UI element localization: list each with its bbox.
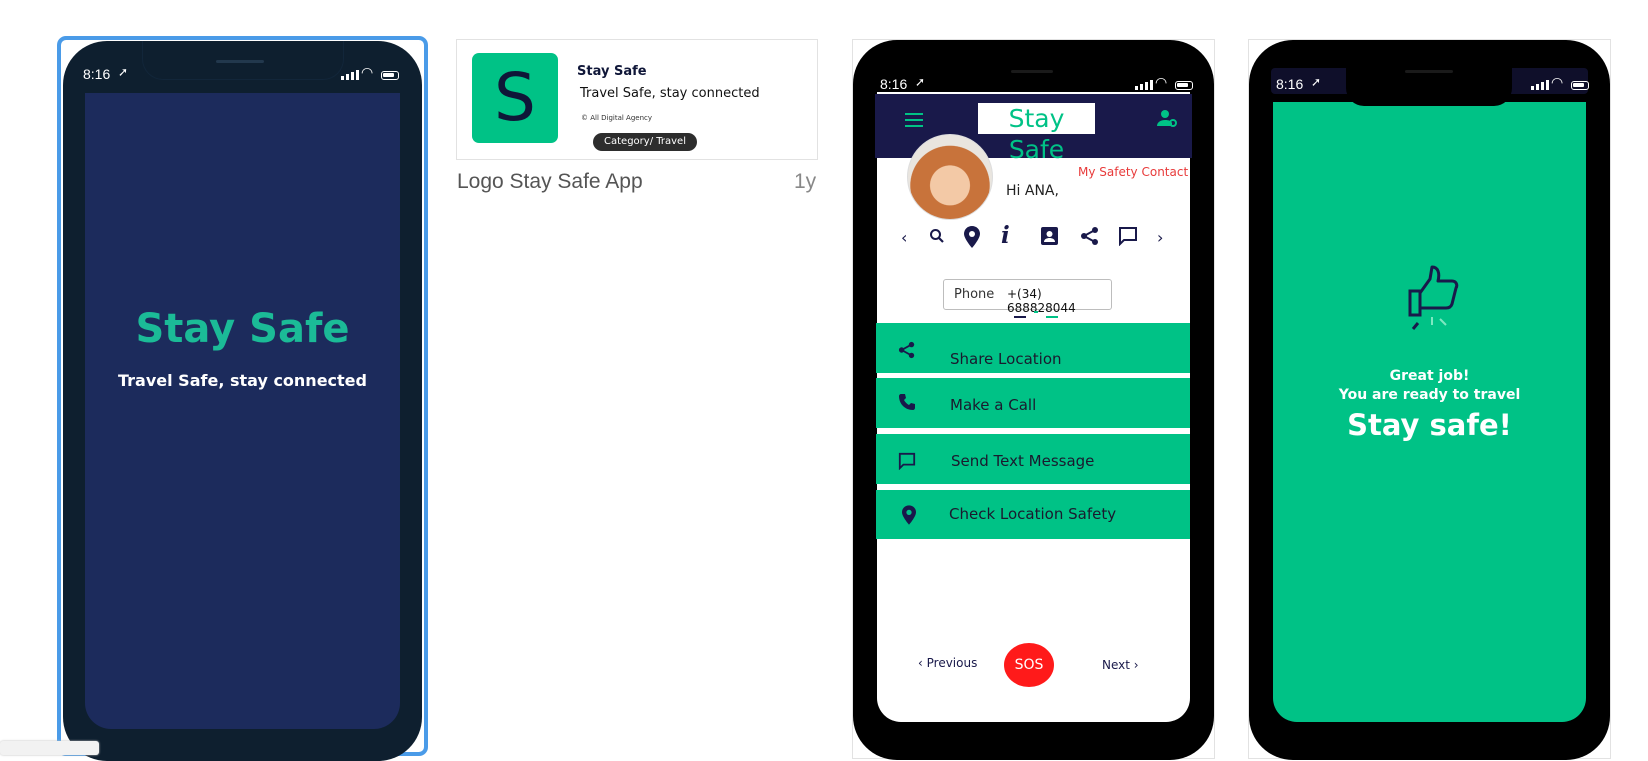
splash-tagline: Travel Safe, stay connected <box>118 371 367 390</box>
hamburger-menu-icon[interactable] <box>905 113 923 127</box>
sos-label: SOS <box>1014 657 1044 673</box>
thumbs-up-icon <box>1404 261 1464 335</box>
status-time: 8:16 <box>83 66 111 82</box>
success-line-1: Great job! <box>1389 368 1470 384</box>
location-arrow-icon: ➚ <box>915 75 926 89</box>
wifi-icon: ◠ <box>1551 74 1564 90</box>
wifi-icon: ◠ <box>1155 74 1168 90</box>
previous-button[interactable]: ‹ Previous <box>918 656 977 670</box>
chevron-left-icon: ‹ <box>918 656 927 670</box>
card-age: 1y <box>794 170 817 193</box>
logo-copyright: © All Digital Agency <box>581 114 653 122</box>
chevron-right-icon: › <box>1129 658 1139 672</box>
safety-contact-link[interactable]: My Safety Contact <box>1078 165 1188 179</box>
action-send-text[interactable]: Send Text Message <box>876 434 1190 484</box>
speaker-icon <box>1011 70 1053 73</box>
share-icon <box>898 341 916 363</box>
signal-icon <box>1531 79 1549 90</box>
next-button[interactable]: Next › <box>1102 658 1139 672</box>
greeting-text: Hi ANA, <box>1006 183 1059 199</box>
status-time: 8:16 <box>880 76 908 92</box>
logo-tagline: Travel Safe, stay connected <box>580 86 760 101</box>
battery-icon <box>1571 81 1589 90</box>
next-label: Next <box>1102 658 1130 672</box>
logo-app-name: Stay Safe <box>577 64 647 79</box>
chat-icon[interactable] <box>1118 226 1138 250</box>
action-label: Check Location Safety <box>949 505 1117 523</box>
success-line-2: You are ready to travel <box>1338 387 1521 403</box>
contact-card-icon[interactable] <box>1040 226 1059 250</box>
location-pin-icon[interactable] <box>964 226 980 252</box>
battery-icon <box>381 71 399 80</box>
message-icon <box>898 452 916 474</box>
search-icon[interactable] <box>929 228 945 248</box>
signal-icon <box>1135 79 1153 90</box>
splash-title: Stay Safe <box>135 306 350 352</box>
signal-icon <box>341 69 359 80</box>
action-label: Share Location <box>950 350 1062 368</box>
previous-label: Previous <box>926 656 978 670</box>
chevron-right-icon[interactable]: › <box>1157 228 1163 247</box>
wifi-icon: ◠ <box>361 64 374 80</box>
sos-button[interactable]: SOS <box>1004 643 1054 687</box>
chevron-left-icon[interactable]: ‹ <box>901 228 907 247</box>
action-label: Make a Call <box>950 396 1037 414</box>
success-phone-frame: 8:16 ➚ ◠ Great job! You are ready to tra… <box>1249 40 1610 760</box>
battery-icon <box>1175 81 1193 90</box>
location-arrow-icon: ➚ <box>1311 75 1322 89</box>
action-label: Send Text Message <box>951 452 1095 470</box>
speaker-icon <box>1405 70 1453 73</box>
app-logo: S <box>472 53 558 143</box>
action-check-location[interactable]: Check Location Safety <box>876 490 1190 539</box>
location-arrow-icon: ➚ <box>118 65 129 79</box>
share-icon[interactable] <box>1080 226 1100 250</box>
phone-notch <box>1346 40 1512 106</box>
status-time: 8:16 <box>1276 76 1304 92</box>
category-badge: Category/ Travel <box>593 133 697 151</box>
phone-label: Phone <box>954 287 995 302</box>
logo-letter: S <box>494 59 536 136</box>
phone-contact-field[interactable]: Phone +(34) 688828044 <box>943 279 1112 315</box>
success-line-3: Stay safe! <box>1347 408 1512 442</box>
speaker-icon <box>216 60 264 63</box>
action-share-location[interactable]: Share Location <box>876 323 1190 373</box>
user-settings-icon[interactable] <box>1157 108 1179 132</box>
phone-icon <box>898 393 916 415</box>
info-icon[interactable]: i <box>1001 222 1010 249</box>
splash-screen <box>85 93 400 729</box>
avatar <box>907 134 993 220</box>
action-make-call[interactable]: Make a Call <box>876 378 1190 428</box>
toast-stub <box>0 741 99 755</box>
header-title: Stay Safe <box>978 103 1095 164</box>
logo-card-thumbnail[interactable]: S Stay Safe Travel Safe, stay connected … <box>456 39 818 160</box>
splash-phone-frame: 8:16 ➚ ◠ Stay Safe Travel Safe, stay con… <box>63 41 422 761</box>
card-caption[interactable]: Logo Stay Safe App <box>457 170 643 194</box>
location-pin-icon <box>902 505 916 529</box>
loading-spinner-icon <box>1014 311 1058 319</box>
